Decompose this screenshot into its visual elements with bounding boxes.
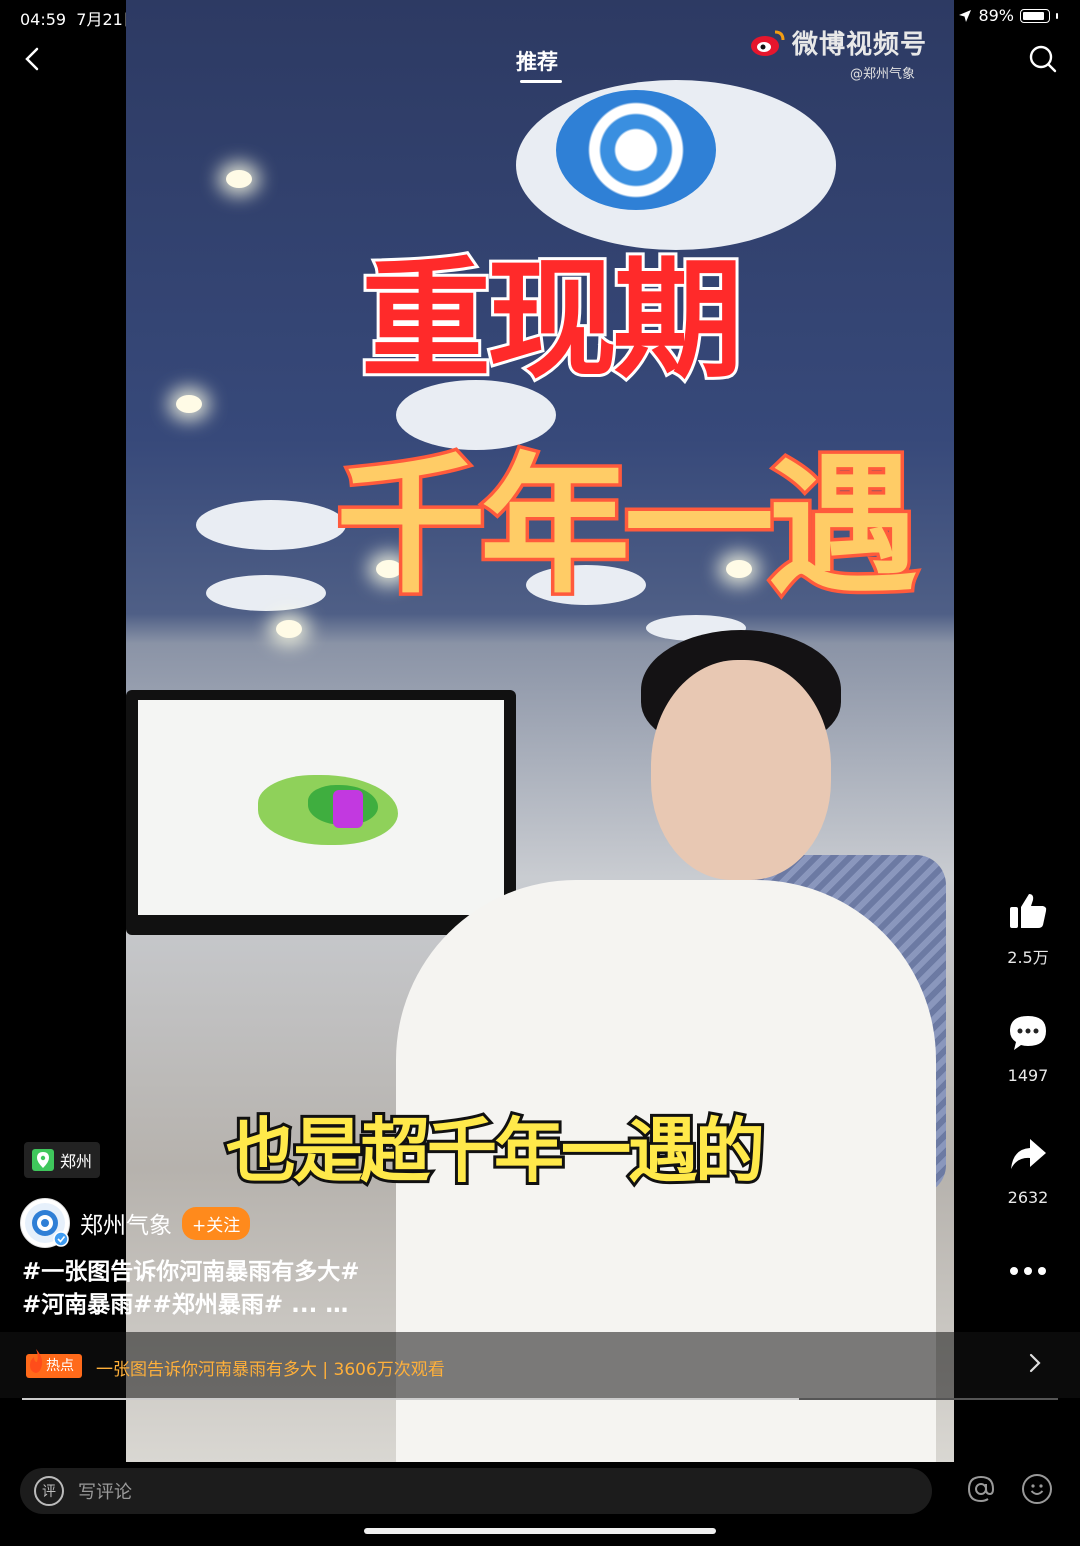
comment-bubble-icon [1010,1016,1046,1050]
location-pin-icon [32,1149,54,1171]
hot-topic-text[interactable]: 一张图告诉你河南暴雨有多大 | 3606万次观看 [96,1355,445,1380]
tab-recommend[interactable]: 推荐 [516,46,558,76]
tab-underline [520,80,562,83]
comment-count: 1497 [1007,1066,1049,1085]
smiley-icon [1030,1484,1044,1495]
battery-percent: 89% [978,6,1014,25]
share-button[interactable]: 2632 [996,1136,1060,1207]
follow-button[interactable]: +关注 [182,1206,251,1240]
video-title-line2: 千年一遇 [332,437,921,618]
weibo-logo-icon [751,30,785,56]
chevron-right-icon[interactable] [1028,1352,1042,1380]
search-button[interactable] [1028,44,1058,74]
caption-line2: #河南暴雨##郑州暴雨# ... … [22,1292,349,1318]
share-count: 2632 [1007,1188,1049,1207]
emoji-button[interactable] [1022,1474,1052,1504]
comment-input[interactable]: 评 写评论 [20,1468,932,1514]
home-indicator[interactable] [364,1528,716,1534]
location-label: 郑州 [60,1152,93,1171]
thumbs-up-icon [1010,894,1047,928]
comment-placeholder: 写评论 [78,1482,132,1503]
comment-pen-icon: 评 [34,1476,64,1506]
back-button[interactable] [18,44,48,74]
search-icon [1029,45,1057,73]
chevron-left-icon [25,47,39,71]
more-dots-icon [1010,1267,1046,1275]
post-caption[interactable]: #一张图告诉你河南暴雨有多大# #河南暴雨##郑州暴雨# ... … [22,1256,360,1322]
video-progress-bar[interactable] [22,1398,1058,1400]
status-time: 04:59 [20,10,67,29]
battery-icon [1020,8,1050,23]
mention-button[interactable] [966,1474,996,1511]
video-subtitle: 也是超千年一遇的 [223,1107,768,1195]
watermark-brand: 微博视频号 [792,30,928,60]
more-button[interactable] [996,1262,1060,1281]
video-title-line1: 重现期 [358,241,746,399]
like-button[interactable]: 2.5万 [996,892,1060,968]
share-arrow-icon [1011,1139,1046,1169]
at-sign-icon [967,1475,995,1503]
author-row: 郑州气象 +关注 [20,1198,251,1248]
fire-icon [30,1349,43,1373]
location-arrow-icon [959,9,972,22]
comment-button[interactable]: 1497 [996,1014,1060,1085]
author-name[interactable]: 郑州气象 [80,1206,172,1240]
caption-line1: #一张图告诉你河南暴雨有多大# [22,1259,360,1285]
progress-fill [22,1398,799,1400]
hot-tag: 热点 [26,1349,82,1378]
avatar[interactable] [20,1198,70,1248]
like-count: 2.5万 [1007,948,1049,967]
weibo-watermark: 微博视频号 @郑州气象 [750,24,927,82]
watermark-handle: @郑州气象 [850,67,916,82]
location-tag[interactable]: 郑州 [24,1142,101,1178]
